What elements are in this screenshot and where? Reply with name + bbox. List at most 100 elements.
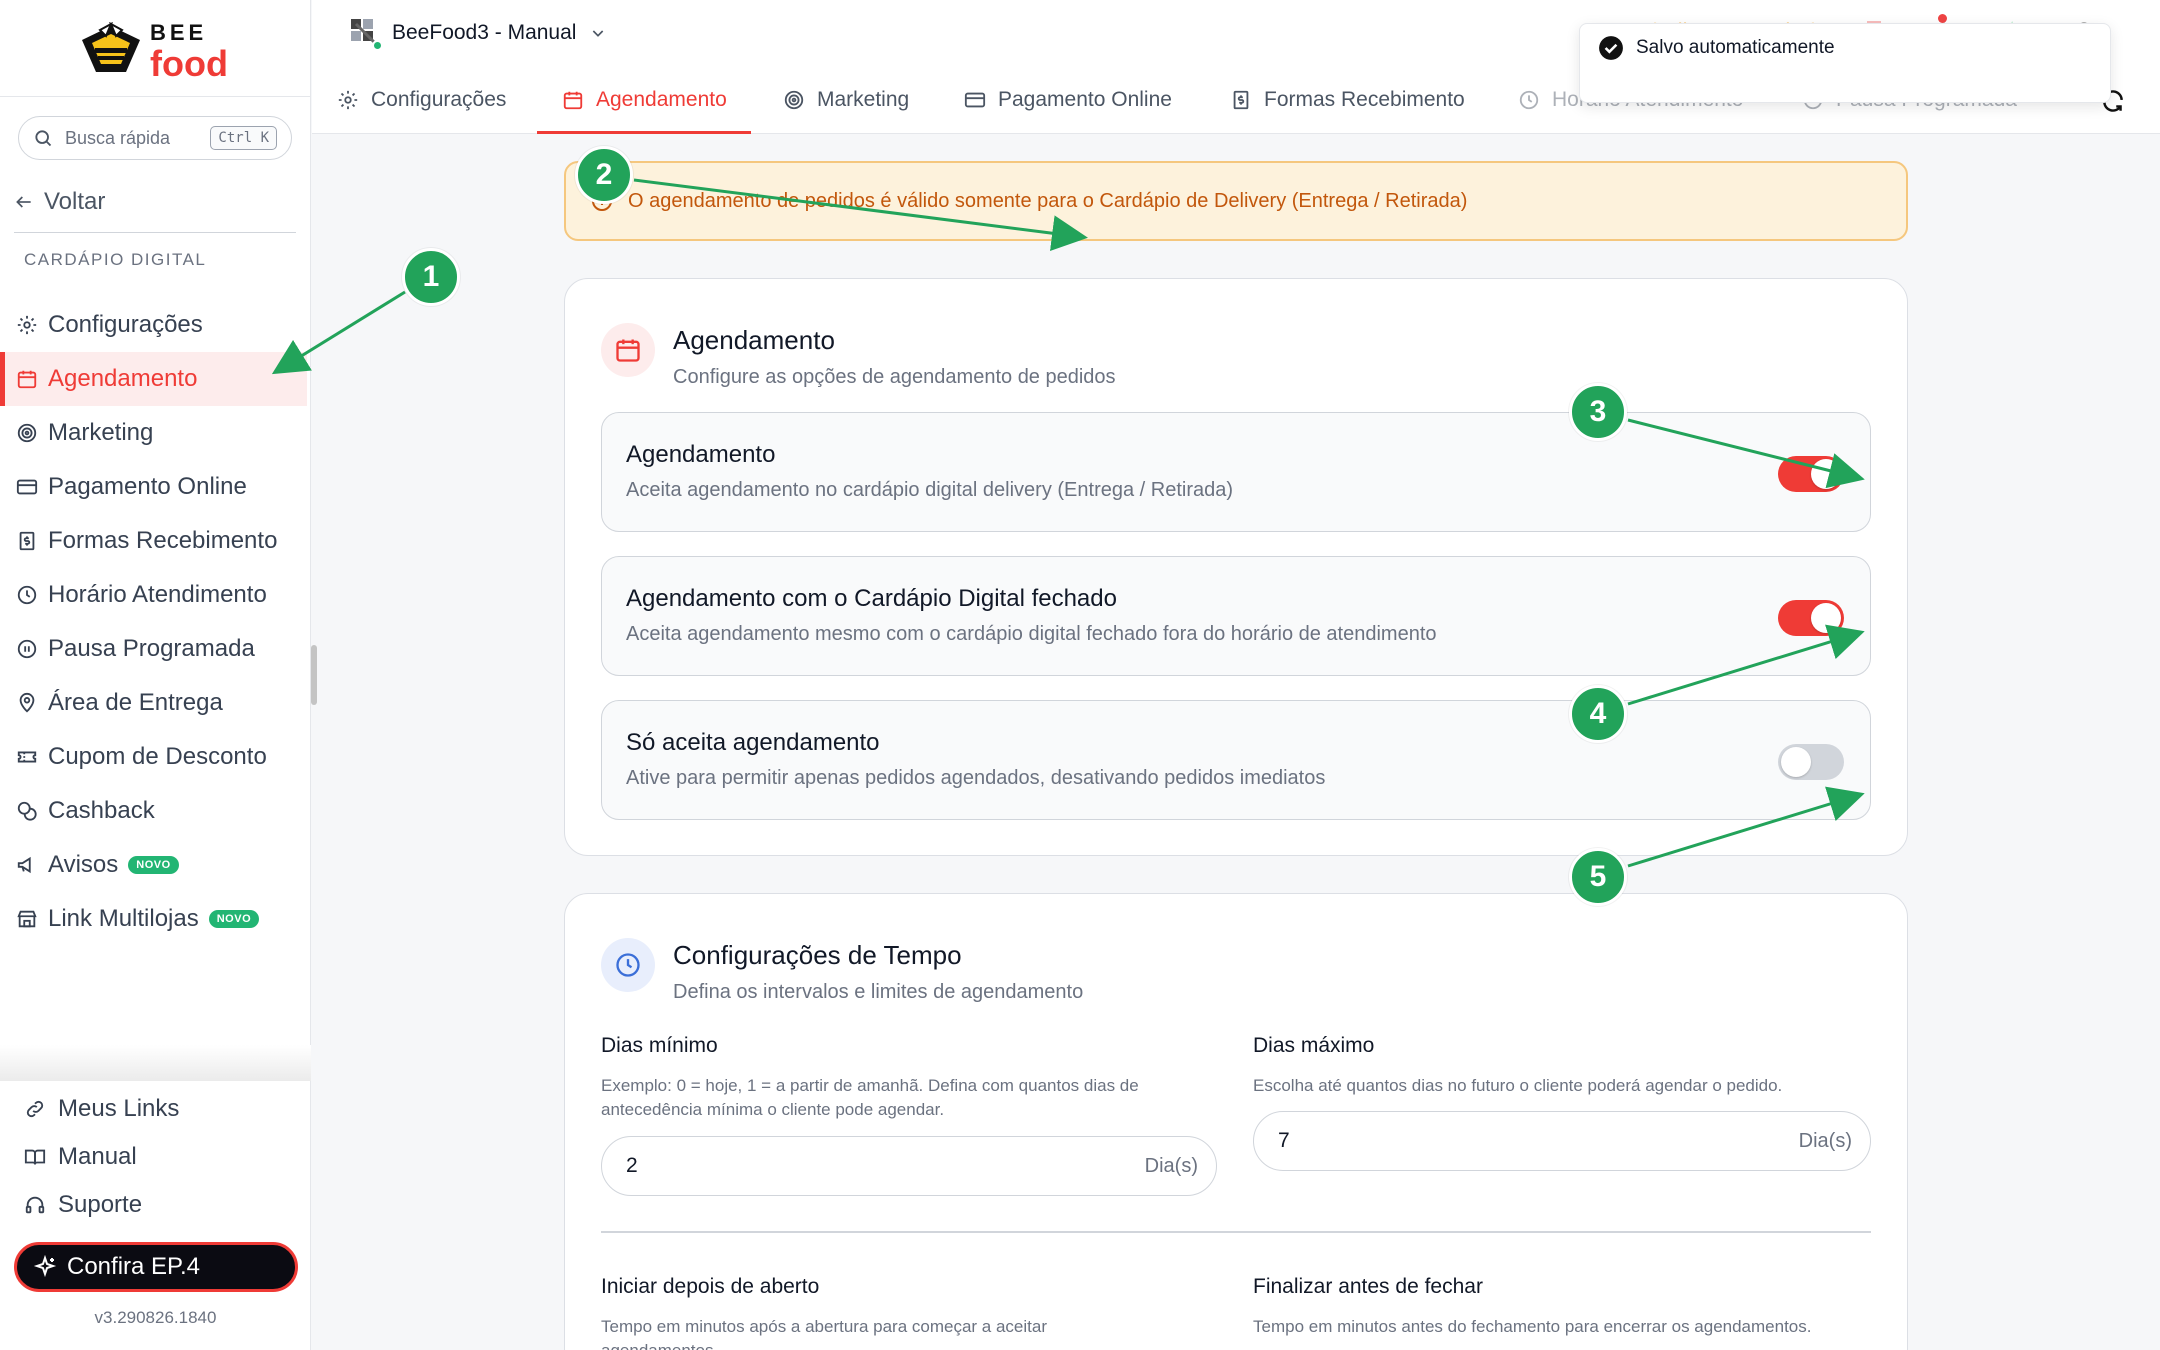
- sidebar-item-link-multilojas[interactable]: Link Multilojas NOVO: [0, 892, 311, 946]
- info-alert: O agendamento de pedidos é válido soment…: [564, 161, 1908, 241]
- option-description: Ative para permitir apenas pedidos agend…: [626, 767, 1326, 789]
- back-link[interactable]: Voltar: [14, 188, 105, 216]
- sidebar-item-formas-recebimento[interactable]: Formas Recebimento: [0, 514, 311, 568]
- sidebar-bottom-links: Meus Links Manual Suporte: [0, 1085, 311, 1229]
- link-icon: [24, 1098, 46, 1120]
- sidebar-item-pausa-programada[interactable]: Pausa Programada: [0, 622, 311, 676]
- map-pin-icon: [16, 692, 38, 714]
- sidebar-item-pagamento-online[interactable]: Pagamento Online: [0, 460, 311, 514]
- tab-agendamento[interactable]: Agendamento: [537, 66, 751, 134]
- sidebar-item-label: Agendamento: [48, 365, 198, 392]
- option-so-agendamento: Só aceita agendamento Ative para permiti…: [601, 700, 1871, 820]
- card-subtitle: Defina os intervalos e limites de agenda…: [673, 981, 1084, 1003]
- store-icon: [16, 908, 38, 930]
- tab-label: Formas Recebimento: [1264, 88, 1465, 111]
- finalizar-hint: Tempo em minutos antes do fechamento par…: [1253, 1317, 1812, 1336]
- sidebar-item-label: Cupom de Desconto: [48, 743, 267, 770]
- sidebar-item-configuracoes[interactable]: Configurações: [0, 298, 311, 352]
- bee-logo-icon: [82, 22, 140, 72]
- input-value: 2: [626, 1154, 638, 1177]
- option-description: Aceita agendamento mesmo com o cardápio …: [626, 623, 1437, 645]
- search-shortcut: Ctrl K: [210, 126, 277, 150]
- divider: [0, 96, 311, 97]
- sidebar-item-label: Meus Links: [58, 1095, 180, 1122]
- coins-icon: [16, 800, 38, 822]
- receipt-icon: [16, 530, 38, 552]
- toggle-so-agendamento[interactable]: [1778, 744, 1844, 780]
- tab-label: Configurações: [371, 88, 507, 111]
- toggle-knob: [1781, 747, 1811, 777]
- iniciar-hint: Tempo em minutos após a abertura para co…: [601, 1317, 1048, 1350]
- sidebar-item-cupom-desconto[interactable]: Cupom de Desconto: [0, 730, 311, 784]
- sidebar-item-label: Área de Entrega: [48, 689, 223, 716]
- sidebar-item-label: Cashback: [48, 797, 155, 824]
- annotation-marker-2: 2: [575, 146, 633, 204]
- option-agendamento-fechado: Agendamento com o Cardápio Digital fecha…: [601, 556, 1871, 676]
- tab-configuracoes[interactable]: Configurações: [337, 66, 506, 134]
- iniciar-label: Iniciar depois de aberto: [601, 1275, 820, 1298]
- toast-message: Salvo automaticamente: [1636, 37, 1835, 58]
- annotation-marker-3: 3: [1569, 383, 1627, 441]
- toggle-agendamento-fechado[interactable]: [1778, 600, 1844, 636]
- tab-marketing[interactable]: Marketing: [783, 66, 909, 134]
- sidebar-item-marketing[interactable]: Marketing: [0, 406, 311, 460]
- sidebar: BEE food Busca rápida Ctrl K Voltar CARD…: [0, 0, 311, 1350]
- sidebar-item-cashback[interactable]: Cashback: [0, 784, 311, 838]
- sidebar-item-manual[interactable]: Manual: [0, 1133, 311, 1181]
- tab-label: Agendamento: [596, 88, 727, 111]
- receipt-icon: [1233, 90, 1249, 110]
- ticket-icon: [16, 746, 38, 768]
- promo-label: Confira EP.4: [67, 1253, 200, 1280]
- store-avatar: [348, 16, 383, 51]
- target-icon: [16, 422, 38, 444]
- sidebar-item-label: Marketing: [48, 419, 154, 446]
- chevron-down-icon: [593, 30, 604, 37]
- input-value: 7: [1278, 1129, 1290, 1152]
- sidebar-item-label: Manual: [58, 1143, 137, 1170]
- tab-label: Marketing: [817, 88, 910, 111]
- tab-pagamento-online[interactable]: Pagamento Online: [964, 66, 1172, 134]
- sidebar-item-label: Formas Recebimento: [48, 527, 278, 554]
- sidebar-item-area-entrega[interactable]: Área de Entrega: [0, 676, 311, 730]
- divider: [14, 232, 296, 233]
- sidebar-item-label: Configurações: [48, 311, 203, 338]
- card-header: Configurações de Tempo Defina os interva…: [601, 938, 1083, 1004]
- sidebar-item-label: Pausa Programada: [48, 635, 255, 662]
- gear-icon: [16, 314, 38, 336]
- option-title: Agendamento com o Cardápio Digital fecha…: [626, 585, 1117, 612]
- check-circle-icon: [1599, 36, 1623, 60]
- tab-formas-recebimento[interactable]: Formas Recebimento: [1230, 66, 1465, 134]
- toggle-knob: [1811, 459, 1841, 489]
- dias-minimo-hint: Exemplo: 0 = hoje, 1 = a partir de amanh…: [601, 1076, 1139, 1119]
- sidebar-resize-handle[interactable]: [311, 645, 317, 705]
- finalizar-label: Finalizar antes de fechar: [1253, 1275, 1483, 1298]
- target-icon: [784, 90, 804, 110]
- credit-card-icon: [964, 92, 986, 108]
- section-label: CARDÁPIO DIGITAL: [24, 250, 207, 269]
- store-name: BeeFood3 - Manual: [392, 21, 577, 44]
- sidebar-item-suporte[interactable]: Suporte: [0, 1181, 311, 1229]
- gear-icon: [338, 90, 358, 110]
- sidebar-item-label: Pagamento Online: [48, 473, 247, 500]
- quick-search[interactable]: Busca rápida Ctrl K: [18, 116, 292, 160]
- card-header: Agendamento Configure as opções de agend…: [601, 323, 1116, 389]
- option-agendamento: Agendamento Aceita agendamento no cardáp…: [601, 412, 1871, 532]
- dias-maximo-input[interactable]: 7 Dia(s): [1253, 1111, 1871, 1171]
- sidebar-item-agendamento[interactable]: Agendamento: [0, 352, 307, 406]
- clock-icon: [16, 584, 38, 606]
- brand-logo[interactable]: BEE food: [78, 18, 248, 82]
- sidebar-item-meus-links[interactable]: Meus Links: [0, 1085, 311, 1133]
- option-title: Só aceita agendamento: [626, 729, 880, 756]
- sidebar-item-label: Avisos: [48, 851, 119, 878]
- sidebar-item-avisos[interactable]: Avisos NOVO: [0, 838, 311, 892]
- clock-icon: [601, 938, 655, 992]
- store-selector[interactable]: BeeFood3 - Manual: [348, 16, 606, 51]
- divider: [601, 1231, 1871, 1233]
- toggle-agendamento[interactable]: [1778, 456, 1844, 492]
- new-badge: NOVO: [128, 856, 179, 874]
- card-title: Agendamento: [673, 325, 835, 355]
- sidebar-item-horario-atendimento[interactable]: Horário Atendimento: [0, 568, 311, 622]
- option-description: Aceita agendamento no cardápio digital d…: [626, 479, 1234, 501]
- dias-minimo-input[interactable]: 2 Dia(s): [601, 1136, 1217, 1196]
- promo-button[interactable]: Confira EP.4: [14, 1242, 298, 1292]
